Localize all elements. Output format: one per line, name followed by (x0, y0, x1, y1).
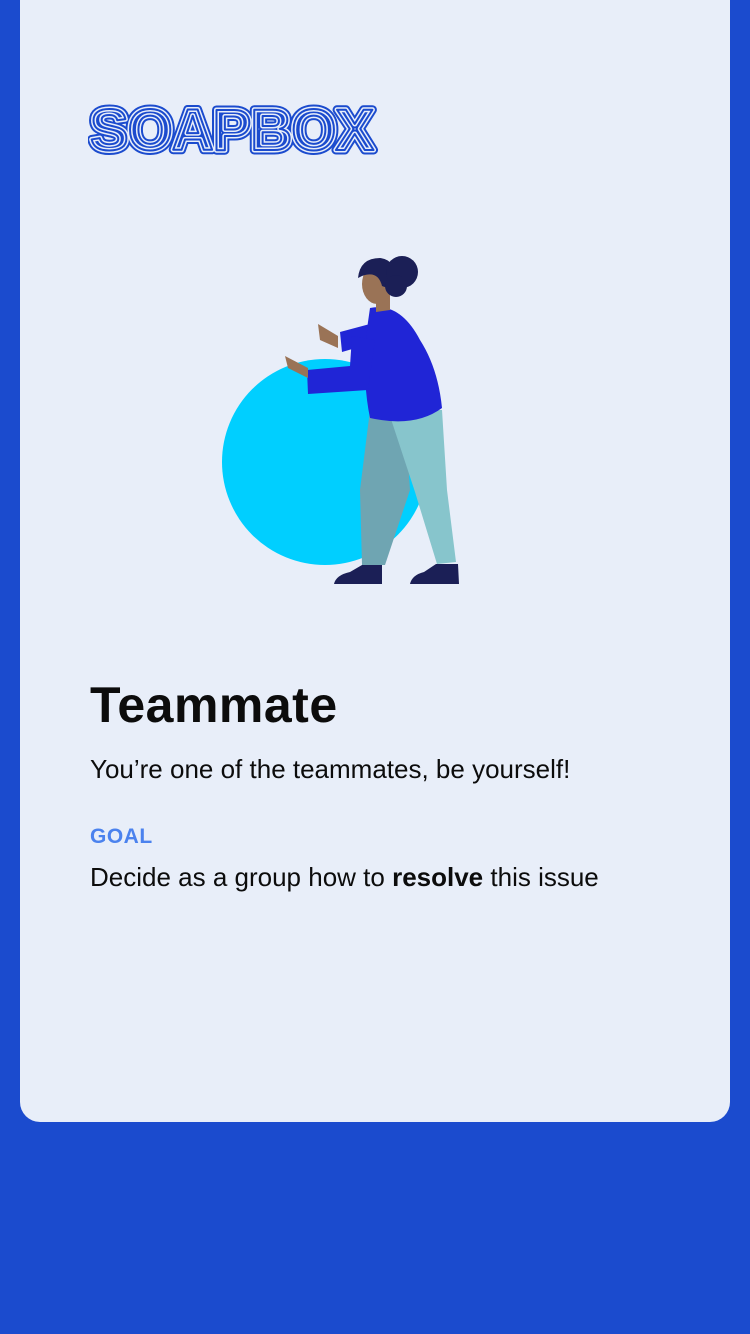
goal-text-before: Decide as a group how to (90, 862, 393, 892)
goal-text-after: this issue (483, 862, 599, 892)
person-pushing-ball-illustration (222, 256, 459, 584)
goal-text-bold: resolve (392, 862, 484, 892)
goal-text: Decide as a group how to resolve this is… (90, 862, 599, 893)
role-description: You’re one of the teammates, be yourself… (90, 754, 571, 784)
goal-label: GOAL (90, 825, 153, 848)
role-title: Teammate (90, 677, 338, 733)
soapbox-logo: SOAPBOX SOAPBOX SOAPBOX (88, 100, 380, 158)
svg-text:SOAPBOX: SOAPBOX (90, 100, 374, 158)
